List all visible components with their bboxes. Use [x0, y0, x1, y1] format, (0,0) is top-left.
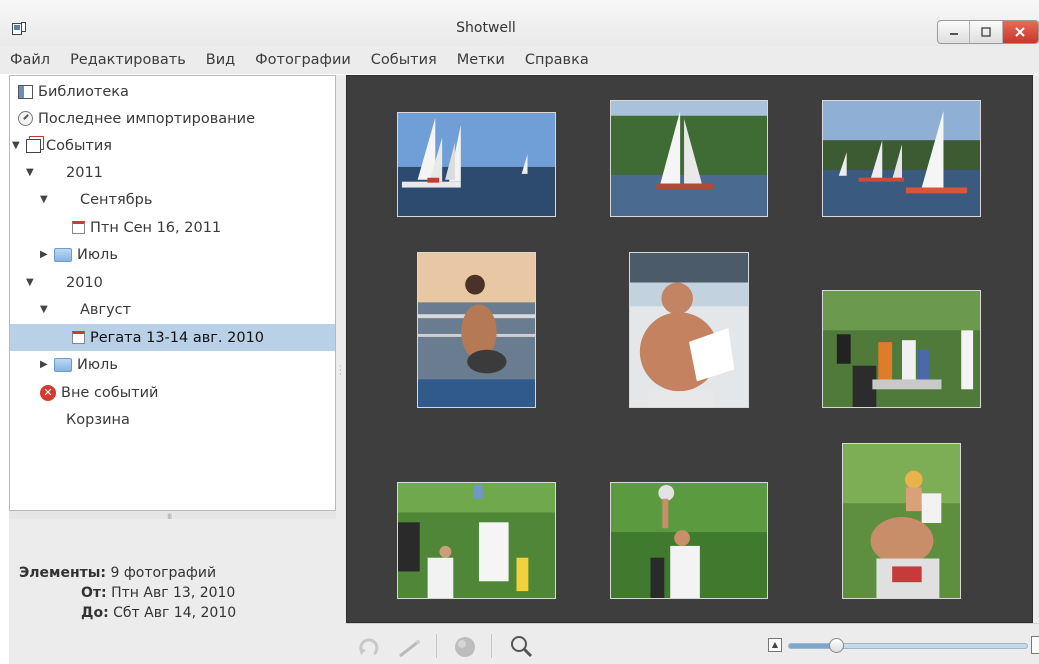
photo-thumbnail[interactable] [610, 482, 768, 599]
events-icon [26, 138, 41, 153]
photo-thumbnail[interactable] [629, 252, 749, 408]
sidebar-item-year-2011[interactable]: ▼ 2011 [10, 159, 335, 186]
sidebar-item-events[interactable]: ▼ События [10, 132, 335, 159]
close-icon [1015, 27, 1026, 37]
folder-icon [54, 357, 72, 372]
title-bar: Shotwell [0, 0, 1039, 46]
menu-photos[interactable]: Фотографии [255, 52, 351, 68]
photo-thumbnail[interactable] [610, 100, 768, 217]
expand-arrow-icon[interactable]: ▶ [40, 359, 54, 370]
sidebar-item-label: Последнее импортирование [38, 110, 256, 127]
info-from-label: От: [81, 585, 107, 601]
sidebar-item-september[interactable]: ▼ Сентябрь [10, 186, 335, 213]
menu-events[interactable]: События [371, 52, 437, 68]
minimize-button[interactable] [938, 21, 971, 43]
info-from: От: Птн Авг 13, 2010 [81, 585, 235, 601]
photo-thumbnail[interactable] [842, 443, 961, 599]
menu-edit[interactable]: Редактировать [70, 52, 186, 68]
rotate-icon[interactable] [356, 634, 382, 660]
zoom-in-icon[interactable] [1031, 636, 1039, 654]
menu-bar: Файл Редактировать Вид Фотографии Событи… [0, 46, 1039, 74]
folder-icon [54, 247, 72, 262]
sidebar-item-label: 2011 [66, 164, 103, 181]
info-items-label: Элементы: [19, 565, 107, 581]
sidebar-item-july-2011[interactable]: ▶ Июль [10, 241, 335, 268]
pane-splitter[interactable]: · · · [336, 75, 346, 664]
sidebar-item-last-import[interactable]: Последнее импортирование [10, 105, 335, 132]
sidebar-item-august[interactable]: ▼ Август [10, 296, 335, 323]
photo-thumbnail[interactable] [417, 252, 536, 408]
expand-arrow-icon[interactable]: ▼ [40, 194, 80, 205]
bottom-toolbar: ▲ [346, 623, 1039, 664]
sidebar-item-no-event[interactable]: ✕ Вне событий [10, 379, 335, 406]
search-icon[interactable] [508, 634, 534, 660]
close-button[interactable] [1002, 21, 1038, 43]
photo-thumbnail[interactable] [822, 100, 981, 217]
calendar-icon [72, 331, 85, 344]
sidebar-item-label: События [46, 137, 112, 154]
info-items: Элементы: 9 фотографий [19, 565, 216, 581]
minimize-icon [949, 33, 958, 35]
info-to-label: До: [81, 605, 109, 621]
publish-icon[interactable] [452, 634, 478, 660]
expand-arrow-icon[interactable]: ▶ [40, 249, 54, 260]
menu-file[interactable]: Файл [10, 52, 50, 68]
info-from-value: Птн Авг 13, 2010 [111, 585, 236, 601]
sidebar: Библиотека Последнее импортирование ▼ Со… [9, 75, 336, 511]
photo-grid [346, 75, 1033, 623]
maximize-icon [981, 27, 991, 37]
library-icon [18, 84, 33, 99]
info-to-value: Сбт Авг 14, 2010 [113, 605, 237, 621]
sidebar-item-year-2010[interactable]: ▼ 2010 [10, 269, 335, 296]
photo-thumbnail[interactable] [397, 482, 556, 599]
zoom-slider[interactable] [788, 643, 1028, 649]
toolbar-separator [436, 634, 437, 658]
menu-tags[interactable]: Метки [457, 52, 505, 68]
sidebar-item-label: Июль [77, 356, 118, 373]
scrollbar[interactable] [1033, 75, 1039, 623]
sidebar-item-label: 2010 [66, 274, 103, 291]
photo-thumbnail[interactable] [397, 112, 556, 217]
sidebar-item-label: Птн Сен 16, 2011 [90, 219, 222, 236]
sidebar-item-label: Библиотека [38, 83, 129, 100]
calendar-icon [72, 221, 85, 234]
sidebar-item-july-2010[interactable]: ▶ Июль [10, 351, 335, 378]
expand-arrow-icon[interactable]: ▼ [40, 304, 80, 315]
enhance-icon[interactable] [396, 634, 422, 660]
info-to: До: Сбт Авг 14, 2010 [81, 605, 236, 621]
no-event-icon: ✕ [40, 384, 56, 401]
sidebar-item-label: Корзина [66, 411, 130, 428]
expand-arrow-icon[interactable]: ▼ [26, 277, 66, 288]
info-panel: Элементы: 9 фотографий От: Птн Авг 13, 2… [9, 519, 336, 664]
sidebar-item-event-sep16[interactable]: Птн Сен 16, 2011 [10, 214, 335, 241]
sidebar-item-label: Июль [77, 246, 118, 263]
sidebar-item-event-regatta[interactable]: Регата 13-14 авг. 2010 [10, 324, 335, 351]
sidebar-info-splitter[interactable]: ||| [9, 511, 336, 521]
clock-icon [18, 111, 33, 126]
sidebar-item-trash[interactable]: Корзина [10, 406, 335, 433]
expand-arrow-icon[interactable]: ▼ [12, 140, 26, 151]
maximize-button[interactable] [970, 21, 1003, 43]
zoom-out-icon[interactable]: ▲ [768, 638, 782, 652]
toolbar-separator [491, 634, 492, 658]
menu-view[interactable]: Вид [206, 52, 235, 68]
zoom-slider-handle[interactable] [829, 638, 844, 653]
sidebar-item-label: Сентябрь [80, 191, 153, 208]
sidebar-item-label: Август [80, 301, 132, 318]
menu-help[interactable]: Справка [525, 52, 589, 68]
window-controls [937, 20, 1039, 44]
sidebar-item-label: Регата 13-14 авг. 2010 [90, 329, 265, 346]
grip-icon: · · · [339, 362, 342, 379]
photo-thumbnail[interactable] [822, 290, 981, 408]
window-title: Shotwell [456, 20, 516, 36]
expand-arrow-icon[interactable]: ▼ [26, 167, 66, 178]
sidebar-item-label: Вне событий [61, 384, 159, 401]
sidebar-item-library[interactable]: Библиотека [10, 78, 335, 105]
info-items-value: 9 фотографий [110, 565, 217, 581]
